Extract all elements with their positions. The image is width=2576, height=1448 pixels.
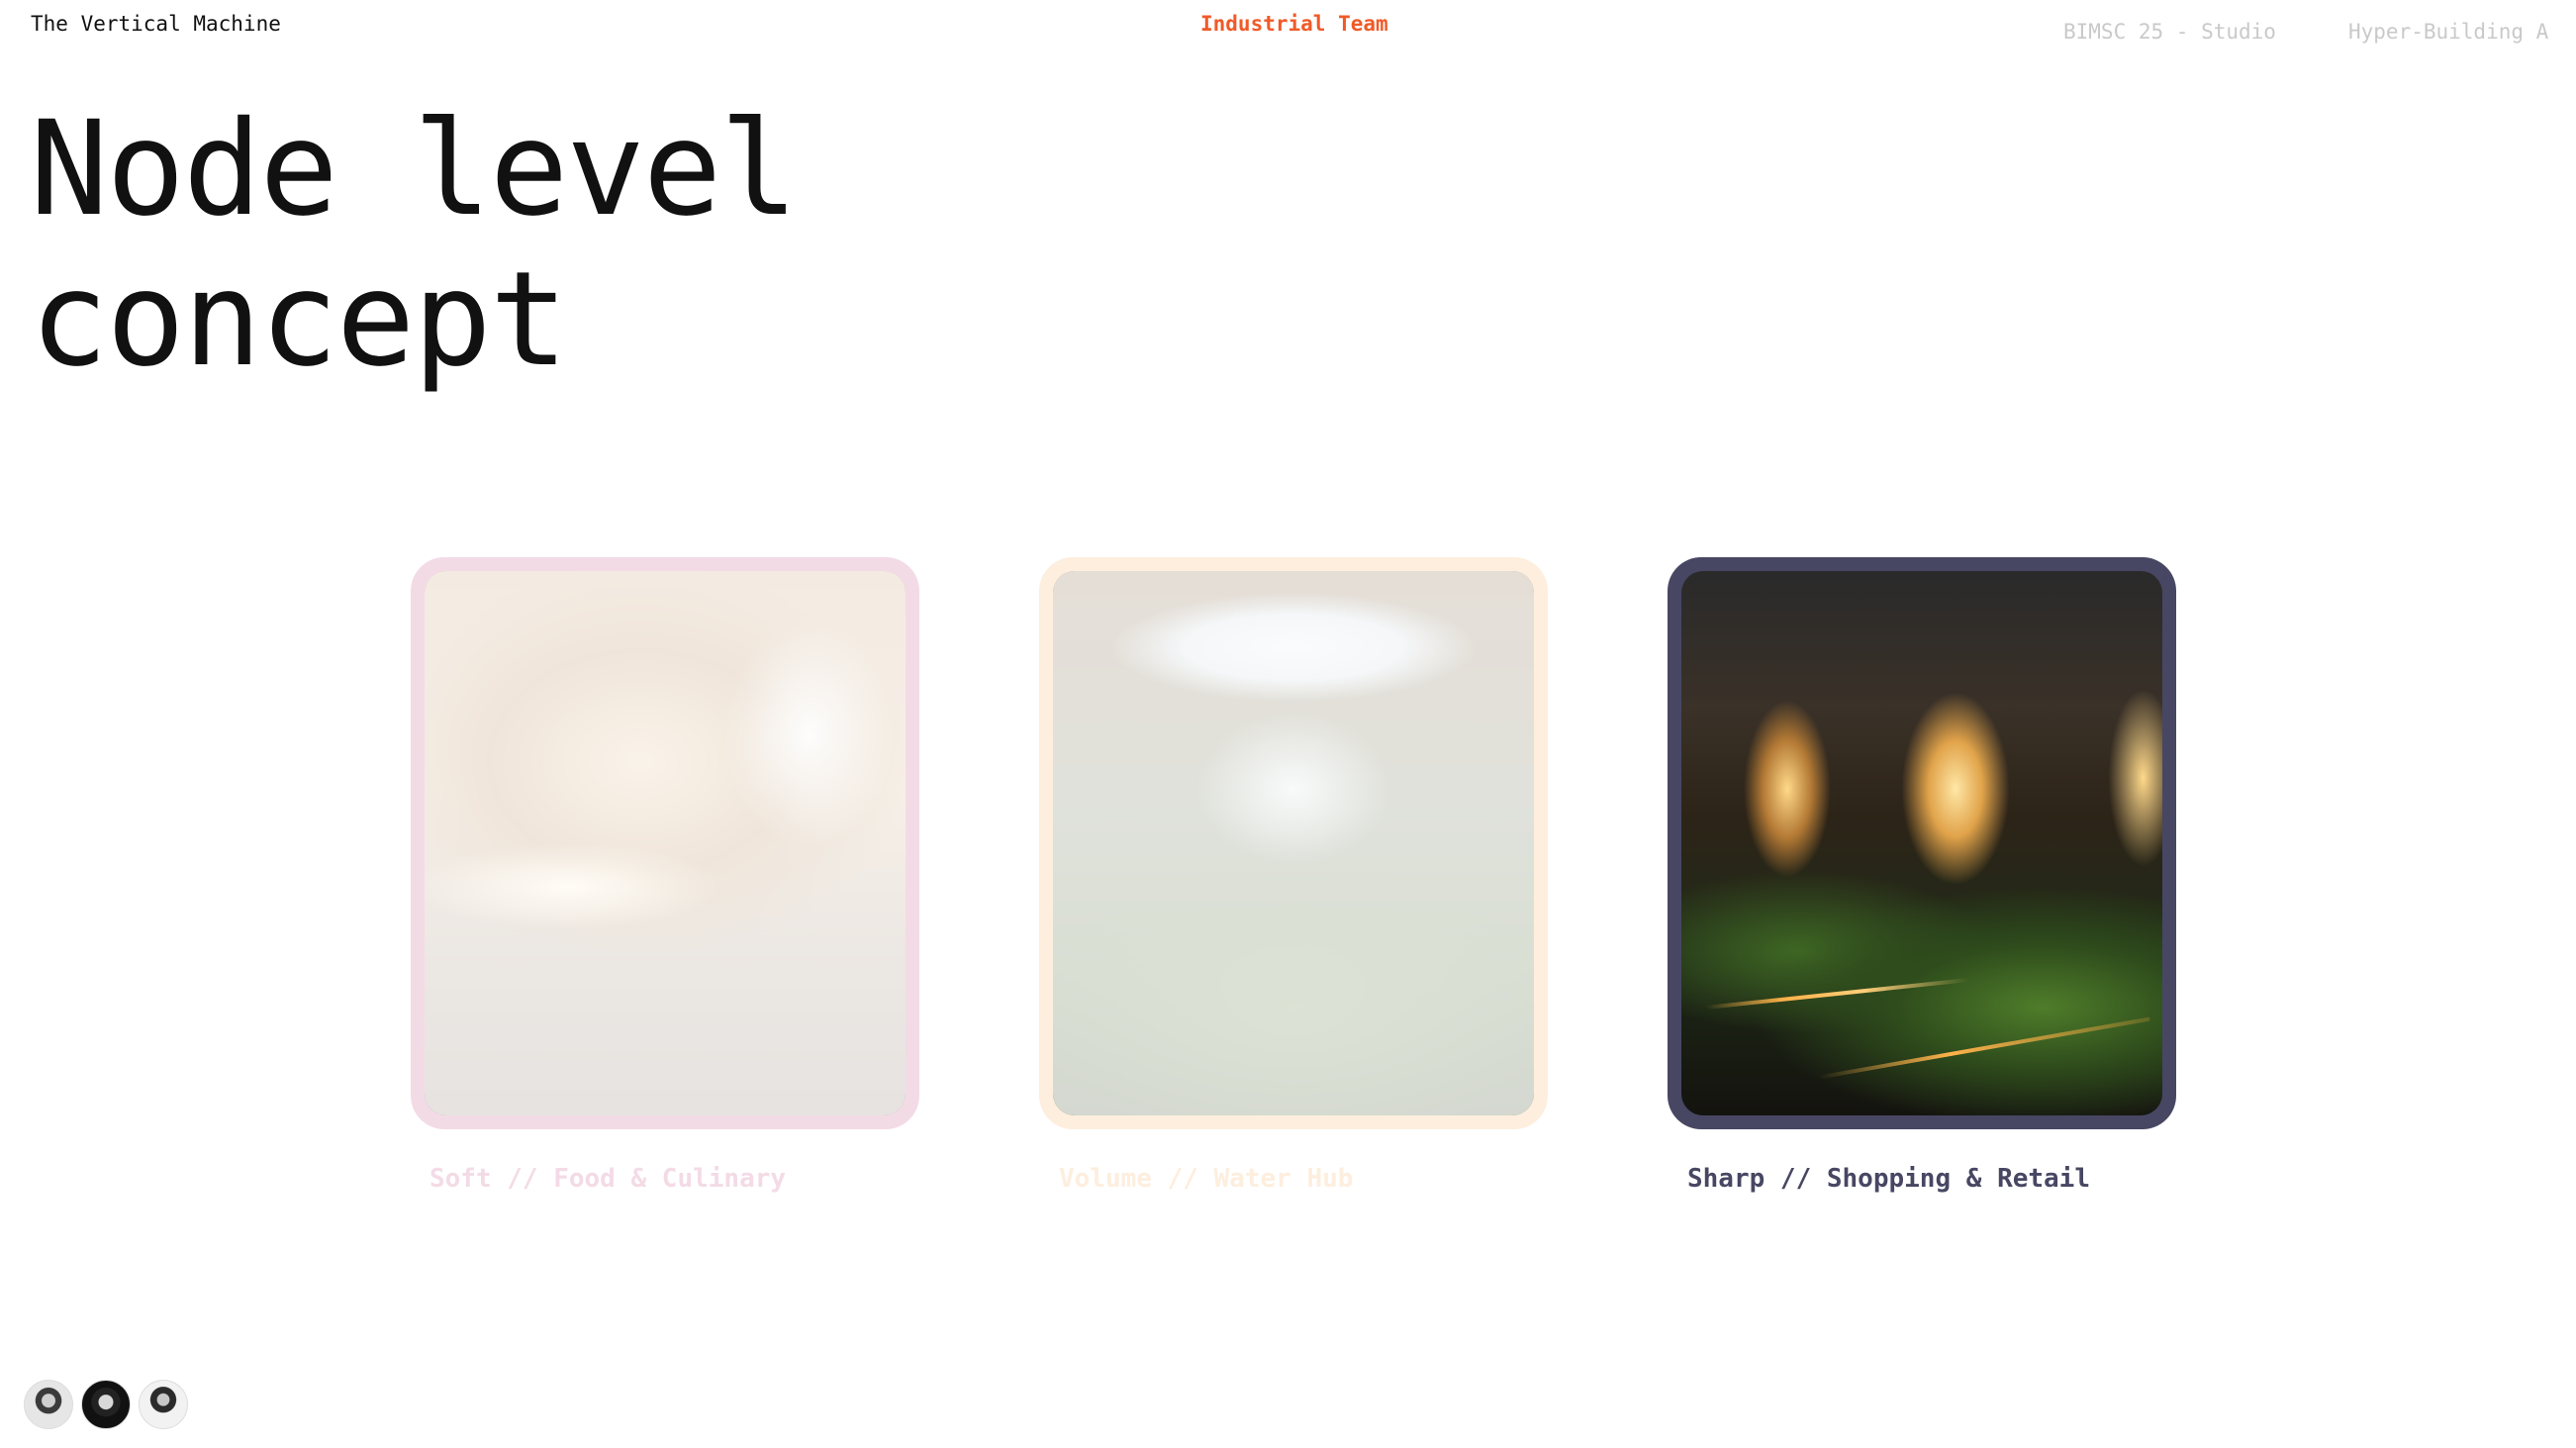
soft-atrium-image bbox=[425, 571, 906, 1115]
person-avatar-icon[interactable] bbox=[139, 1380, 188, 1429]
page-title: Node level concept bbox=[30, 93, 799, 396]
team-name: Industrial Team bbox=[1200, 12, 1388, 36]
retail-interior-image bbox=[1681, 571, 2162, 1115]
light-strip bbox=[1705, 978, 1970, 1010]
team-avatars bbox=[24, 1380, 188, 1429]
title-line-2: concept bbox=[30, 243, 568, 396]
light-strip bbox=[1818, 1016, 2151, 1080]
title-line-1: Node level bbox=[30, 93, 799, 245]
concept-card-volume[interactable] bbox=[1039, 557, 1548, 1129]
person-avatar-icon[interactable] bbox=[81, 1380, 131, 1429]
caption-volume[interactable]: Volume // Water Hub bbox=[1059, 1164, 1353, 1194]
project-name: The Vertical Machine bbox=[31, 12, 281, 36]
water-hub-image bbox=[1053, 571, 1534, 1115]
course-label: BIMSC 25 - Studio bbox=[2063, 20, 2276, 44]
concept-card-soft[interactable] bbox=[411, 557, 919, 1129]
caption-soft[interactable]: Soft // Food & Culinary bbox=[429, 1164, 786, 1194]
building-label: Hyper-Building A bbox=[2348, 20, 2549, 44]
caption-sharp[interactable]: Sharp // Shopping & Retail bbox=[1687, 1164, 2090, 1194]
concept-card-sharp[interactable] bbox=[1668, 557, 2176, 1129]
person-avatar-icon[interactable] bbox=[24, 1380, 73, 1429]
